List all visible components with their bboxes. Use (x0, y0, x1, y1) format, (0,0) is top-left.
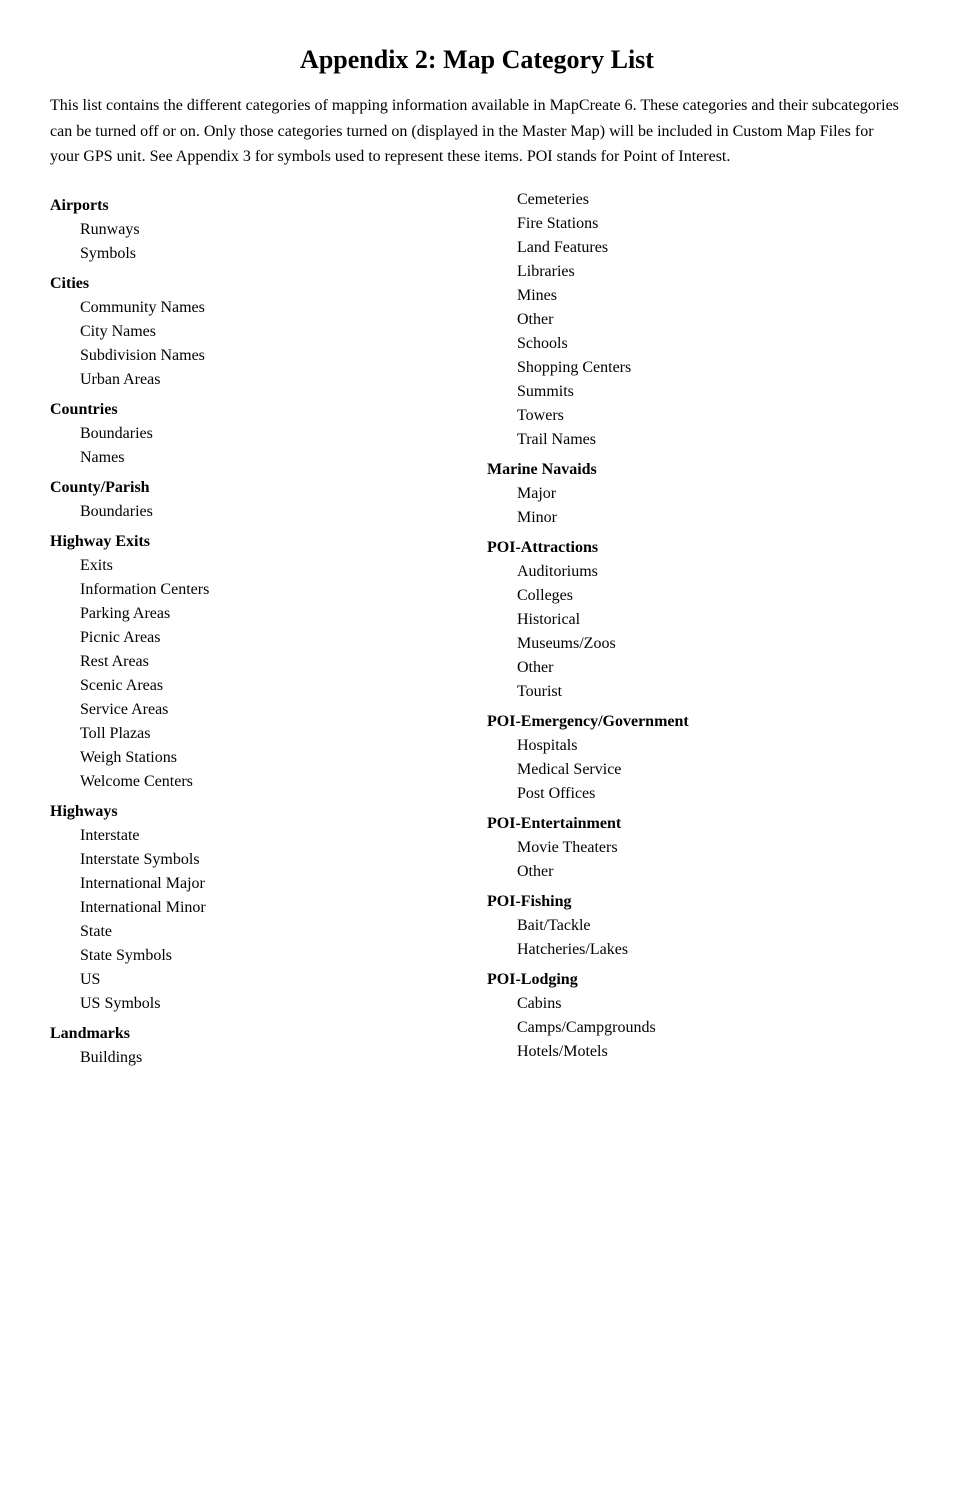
subcategory-label: Other (487, 860, 904, 884)
subcategory-label: Rest Areas (50, 650, 467, 674)
subcategory-label: Historical (487, 608, 904, 632)
category-label: POI-Attractions (487, 536, 904, 560)
subcategory-label: Hospitals (487, 734, 904, 758)
subcategory-label: Schools (487, 332, 904, 356)
subcategory-label: Mines (487, 284, 904, 308)
subcategory-label: Summits (487, 380, 904, 404)
subcategory-label: Toll Plazas (50, 722, 467, 746)
subcategory-label: City Names (50, 320, 467, 344)
category-label: Countries (50, 398, 467, 422)
category-label: County/Parish (50, 476, 467, 500)
subcategory-label: Community Names (50, 296, 467, 320)
subcategory-label: State Symbols (50, 944, 467, 968)
subcategory-label: Shopping Centers (487, 356, 904, 380)
subcategory-label: Names (50, 446, 467, 470)
subcategory-label: Cemeteries (487, 188, 904, 212)
subcategory-label: Museums/Zoos (487, 632, 904, 656)
subcategory-label: Fire Stations (487, 212, 904, 236)
subcategory-label: Bait/Tackle (487, 914, 904, 938)
subcategory-label: Post Offices (487, 782, 904, 806)
subcategory-label: Minor (487, 506, 904, 530)
category-label: POI-Fishing (487, 890, 904, 914)
category-label: Airports (50, 194, 467, 218)
subcategory-label: Weigh Stations (50, 746, 467, 770)
subcategory-label: Symbols (50, 242, 467, 266)
subcategory-label: Runways (50, 218, 467, 242)
category-label: POI-Emergency/Government (487, 710, 904, 734)
subcategory-label: Picnic Areas (50, 626, 467, 650)
category-label: POI-Entertainment (487, 812, 904, 836)
subcategory-label: Towers (487, 404, 904, 428)
category-label: Landmarks (50, 1022, 467, 1046)
subcategory-label: Hatcheries/Lakes (487, 938, 904, 962)
subcategory-label: Welcome Centers (50, 770, 467, 794)
subcategory-label: Subdivision Names (50, 344, 467, 368)
category-columns: AirportsRunwaysSymbols CitiesCommunity Na… (50, 188, 904, 1070)
subcategory-label: Information Centers (50, 578, 467, 602)
subcategory-label: Other (487, 308, 904, 332)
category-label: Cities (50, 272, 467, 296)
subcategory-label: US Symbols (50, 992, 467, 1016)
subcategory-label: Interstate (50, 824, 467, 848)
category-label: Marine Navaids (487, 458, 904, 482)
subcategory-label: Scenic Areas (50, 674, 467, 698)
subcategory-label: Colleges (487, 584, 904, 608)
intro-text: This list contains the different categor… (50, 93, 904, 170)
subcategory-label: Exits (50, 554, 467, 578)
subcategory-label: Tourist (487, 680, 904, 704)
subcategory-label: Boundaries (50, 422, 467, 446)
subcategory-label: Land Features (487, 236, 904, 260)
right-column: CemeteriesFire StationsLand FeaturesLibr… (487, 188, 904, 1070)
subcategory-label: Major (487, 482, 904, 506)
category-label: POI-Lodging (487, 968, 904, 992)
subcategory-label: Urban Areas (50, 368, 467, 392)
subcategory-label: Cabins (487, 992, 904, 1016)
subcategory-label: Trail Names (487, 428, 904, 452)
subcategory-label: Interstate Symbols (50, 848, 467, 872)
subcategory-label: State (50, 920, 467, 944)
subcategory-label: Movie Theaters (487, 836, 904, 860)
left-column: AirportsRunwaysSymbols CitiesCommunity Na… (50, 188, 487, 1070)
subcategory-label: Libraries (487, 260, 904, 284)
subcategory-label: Other (487, 656, 904, 680)
page-title: Appendix 2: Map Category List (50, 40, 904, 79)
category-label: Highways (50, 800, 467, 824)
subcategory-label: International Minor (50, 896, 467, 920)
subcategory-label: US (50, 968, 467, 992)
subcategory-label: Buildings (50, 1046, 467, 1070)
subcategory-label: Boundaries (50, 500, 467, 524)
subcategory-label: Hotels/Motels (487, 1040, 904, 1064)
subcategory-label: Camps/Campgrounds (487, 1016, 904, 1040)
category-label: Highway Exits (50, 530, 467, 554)
subcategory-label: International Major (50, 872, 467, 896)
subcategory-label: Medical Service (487, 758, 904, 782)
subcategory-label: Parking Areas (50, 602, 467, 626)
subcategory-label: Auditoriums (487, 560, 904, 584)
subcategory-label: Service Areas (50, 698, 467, 722)
